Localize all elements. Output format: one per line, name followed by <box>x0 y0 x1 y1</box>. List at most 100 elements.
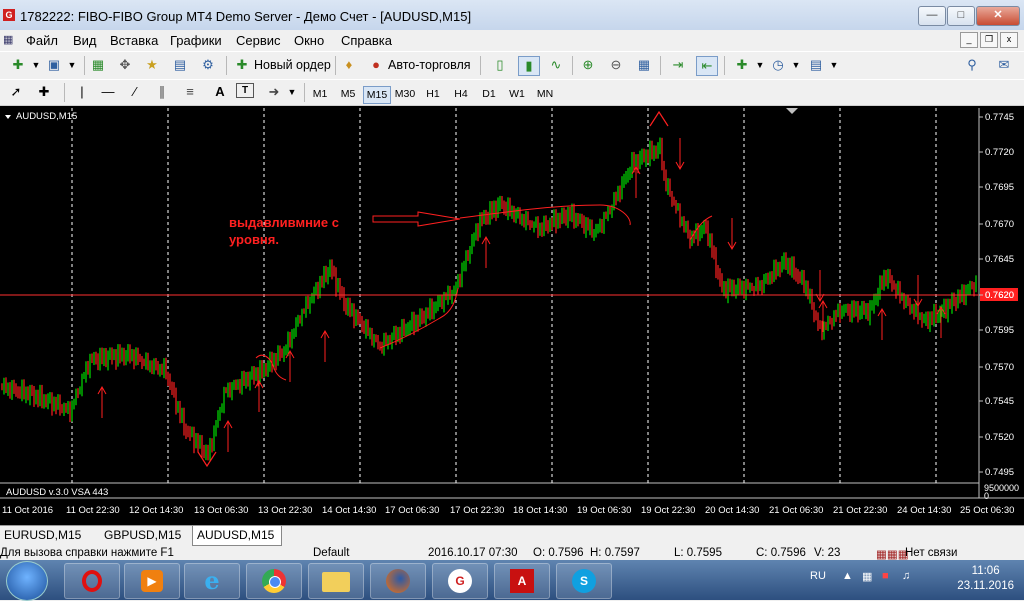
price-chart[interactable]: 0.7620 0.7745 0.7720 0.7695 0.7670 0.7645 0.7… <box>0 106 1024 525</box>
separator <box>480 56 481 75</box>
clock-date: 23.11.2016 <box>957 580 1014 592</box>
mdi-restore-button[interactable]: ❐ <box>980 32 998 48</box>
fibonacci-icon[interactable]: ≡ <box>180 83 200 101</box>
periods-clock-icon[interactable]: ◷ <box>768 56 788 74</box>
show-hidden-icons-icon[interactable]: ▲ <box>842 570 853 582</box>
tab-eurusd[interactable]: EURUSD,M15 <box>0 526 85 545</box>
metaeditor-icon[interactable]: ♦ <box>339 56 359 74</box>
timeframe-h4[interactable]: H4 <box>448 86 474 102</box>
terminal-icon[interactable]: ▤ <box>170 56 190 74</box>
taskbar-skype[interactable]: S <box>556 563 612 599</box>
dropdown-arrow-icon[interactable]: ▼ <box>824 56 844 74</box>
arrows-icon[interactable]: ➜ <box>264 83 284 101</box>
price-tick-label: 0.7570 <box>985 362 1014 373</box>
zoom-out-icon[interactable]: ⊖ <box>606 56 626 74</box>
taskbar-explorer[interactable] <box>308 563 364 599</box>
separator <box>335 56 336 75</box>
taskbar-fibo-terminal[interactable]: G <box>432 563 488 599</box>
minimize-button[interactable]: — <box>918 6 946 26</box>
status-high: H: 0.7597 <box>590 547 640 559</box>
line-chart-icon[interactable]: ∿ <box>546 56 566 74</box>
new-chart-icon[interactable]: ✚ <box>8 56 28 74</box>
tile-windows-icon[interactable]: ▦ <box>634 56 654 74</box>
equidistant-channel-icon[interactable]: ∥ <box>152 83 172 101</box>
search-icon[interactable]: ⚲ <box>962 56 982 74</box>
separator <box>226 56 227 75</box>
text-icon[interactable]: A <box>210 83 230 101</box>
chart-shift-icon[interactable]: ⇤ <box>696 56 718 76</box>
dropdown-arrow-icon[interactable]: ▼ <box>786 56 806 74</box>
navigator-icon[interactable]: ★ <box>142 56 162 74</box>
windows-taskbar: ▶ e G A S RU ▲ ▦ ■ ♫ 11:06 23.11.2016 <box>0 560 1024 601</box>
dropdown-arrow-icon[interactable]: ▼ <box>62 56 82 74</box>
volume-icon[interactable]: ♫ <box>902 570 910 582</box>
auto-trading-icon[interactable]: ● <box>366 56 386 74</box>
dropdown-arrow-icon[interactable]: ▼ <box>750 56 770 74</box>
auto-trading-button[interactable]: Авто-торговля <box>388 58 471 72</box>
text-label-icon[interactable]: T <box>236 83 254 98</box>
indicators-icon[interactable]: ✚ <box>732 56 752 74</box>
tab-audusd[interactable]: AUDUSD,M15 <box>192 526 282 546</box>
tab-gbpusd[interactable]: GBPUSD,M15 <box>100 526 185 545</box>
new-order-icon[interactable]: ✚ <box>232 56 252 74</box>
network-icon[interactable]: ■ <box>882 570 889 582</box>
strategy-tester-icon[interactable]: ⚙ <box>198 56 218 74</box>
vertical-line-icon[interactable]: | <box>72 83 92 101</box>
mdi-icon[interactable]: ▦ <box>3 33 13 46</box>
timeframe-m1[interactable]: M1 <box>307 86 333 102</box>
price-tick-label: 0.7595 <box>985 325 1014 336</box>
timeframe-w1[interactable]: W1 <box>504 86 530 102</box>
taskbar-chrome[interactable] <box>246 563 302 599</box>
dropdown-arrow-icon[interactable]: ▼ <box>282 83 302 101</box>
taskbar-media-player[interactable]: ▶ <box>124 563 180 599</box>
folder-icon <box>322 572 350 592</box>
mdi-minimize-button[interactable]: _ <box>960 32 978 48</box>
trendline-icon[interactable]: ∕ <box>125 83 145 101</box>
menu-tools[interactable]: Сервис <box>236 33 281 48</box>
data-window-icon[interactable]: ✥ <box>115 56 135 74</box>
taskbar-internet-explorer[interactable]: e <box>184 563 240 599</box>
timeframe-m30[interactable]: M30 <box>392 86 418 102</box>
auto-scroll-icon[interactable]: ⇥ <box>668 56 688 74</box>
clock-time: 11:06 <box>971 565 1000 577</box>
timeframe-m5[interactable]: M5 <box>335 86 361 102</box>
menu-insert[interactable]: Вставка <box>110 33 158 48</box>
chat-icon[interactable]: ✉ <box>994 56 1014 74</box>
menu-charts[interactable]: Графики <box>170 33 222 48</box>
language-indicator[interactable]: RU <box>810 570 826 582</box>
clock[interactable]: 11:06 23.11.2016 <box>957 564 1014 594</box>
horizontal-line-icon[interactable]: — <box>98 83 118 101</box>
menu-window[interactable]: Окно <box>294 33 324 48</box>
maximize-button[interactable]: □ <box>947 6 975 26</box>
time-axis-label: 21 Oct 22:30 <box>833 505 887 516</box>
profiles-icon[interactable]: ▣ <box>44 56 64 74</box>
timeframe-mn[interactable]: MN <box>532 86 558 102</box>
time-axis-label: 21 Oct 06:30 <box>769 505 823 516</box>
taskbar-opera[interactable] <box>64 563 120 599</box>
market-watch-icon[interactable]: ▦ <box>88 56 108 74</box>
cursor-icon[interactable]: ➚ <box>6 83 26 101</box>
templates-icon[interactable]: ▤ <box>806 56 826 74</box>
tray-app-icon[interactable]: ▦ <box>862 570 872 583</box>
candlestick-icon[interactable]: ▮ <box>518 56 540 76</box>
taskbar-acrobat[interactable]: A <box>494 563 550 599</box>
chart-window[interactable]: 0.7620 0.7745 0.7720 0.7695 0.7670 0.7645 0.7… <box>0 106 1024 525</box>
menu-file[interactable]: Файл <box>26 33 58 48</box>
taskbar-firefox[interactable] <box>370 563 426 599</box>
menu-help[interactable]: Справка <box>341 33 392 48</box>
menu-view[interactable]: Вид <box>73 33 97 48</box>
app-icon: G <box>3 9 15 21</box>
mdi-close-button[interactable]: x <box>1000 32 1018 48</box>
timeframe-d1[interactable]: D1 <box>476 86 502 102</box>
start-button[interactable] <box>6 561 48 601</box>
crosshair-icon[interactable]: ✚ <box>34 83 54 101</box>
new-order-button[interactable]: Новый ордер <box>254 58 331 72</box>
dropdown-arrow-icon[interactable]: ▼ <box>26 56 46 74</box>
zoom-in-icon[interactable]: ⊕ <box>578 56 598 74</box>
close-button[interactable]: ✕ <box>976 6 1020 26</box>
timeframe-m15[interactable]: M15 <box>363 86 391 104</box>
media-player-icon: ▶ <box>141 570 163 592</box>
bar-chart-icon[interactable]: ▯ <box>490 56 510 74</box>
title-bar: G 1782222: FIBO-FIBO Group MT4 Demo Serv… <box>0 0 1024 31</box>
timeframe-h1[interactable]: H1 <box>420 86 446 102</box>
